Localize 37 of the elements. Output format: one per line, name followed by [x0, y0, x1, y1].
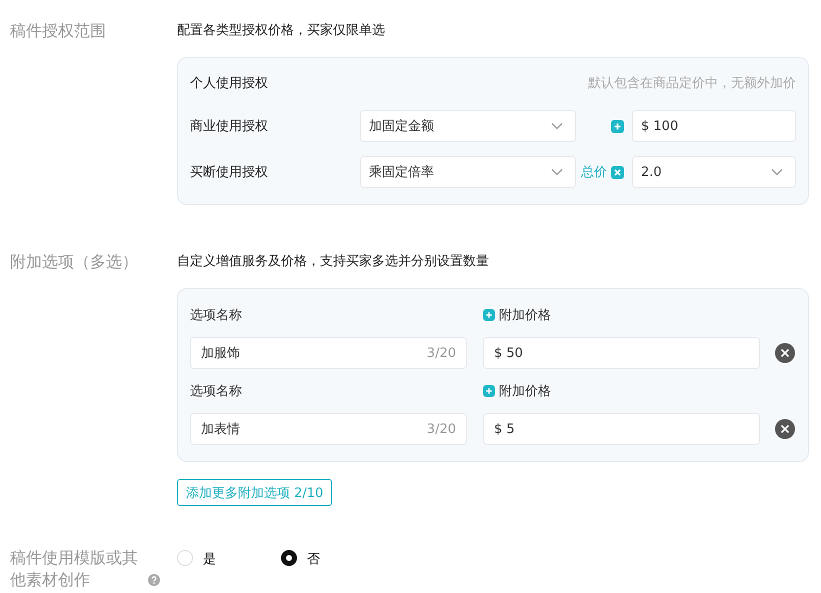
price-field[interactable]: $ 50	[483, 337, 760, 369]
field-label: 稿件授权范围	[10, 20, 107, 42]
radio-label: 否	[307, 551, 320, 568]
plus-icon	[611, 120, 624, 132]
radio-label: 是	[203, 551, 216, 568]
option-name-field[interactable]: 加表情 3/20	[190, 413, 467, 445]
mode-select[interactable]: 乘固定倍率	[360, 156, 576, 188]
description: 配置各类型授权价格，买家仅限单选	[177, 22, 386, 39]
radio-button[interactable]	[281, 550, 297, 566]
multiply-icon	[611, 166, 624, 178]
remove-button[interactable]	[775, 419, 795, 439]
total-price-label: 总价	[581, 164, 607, 181]
price-field[interactable]: $ 5	[483, 413, 760, 445]
mode-select[interactable]: 加固定金额	[360, 110, 576, 142]
license-name: 个人使用授权	[190, 75, 268, 92]
remove-button[interactable]	[775, 343, 795, 363]
price-label: 附加价格	[499, 307, 551, 324]
license-note: 默认包含在商品定价中，无额外加价	[588, 75, 796, 92]
price-label: 附加价格	[499, 383, 551, 400]
value-select[interactable]: 2.0	[632, 156, 796, 188]
license-name: 买断使用授权	[190, 164, 269, 181]
field-label: 稿件使用模版或其他素材创作	[10, 547, 139, 591]
option-name-field[interactable]: 加服饰 3/20	[190, 337, 467, 369]
description: 自定义增值服务及价格，支持买家多选并分别设置数量	[177, 253, 490, 270]
price-field[interactable]: $ 100	[632, 110, 796, 142]
help-icon	[148, 574, 160, 586]
chevron-down-icon	[551, 122, 563, 130]
option-name-label: 选项名称	[190, 307, 243, 324]
field-label: 附加选项（多选）	[10, 251, 139, 273]
character-count: 3/20	[426, 422, 456, 436]
chevron-down-icon	[771, 168, 783, 176]
character-count: 3/20	[426, 346, 456, 360]
plus-icon	[483, 309, 495, 321]
option-name-label: 选项名称	[190, 383, 243, 400]
chevron-down-icon	[551, 168, 563, 176]
plus-icon	[483, 385, 495, 397]
license-name: 商业使用授权	[190, 118, 269, 135]
